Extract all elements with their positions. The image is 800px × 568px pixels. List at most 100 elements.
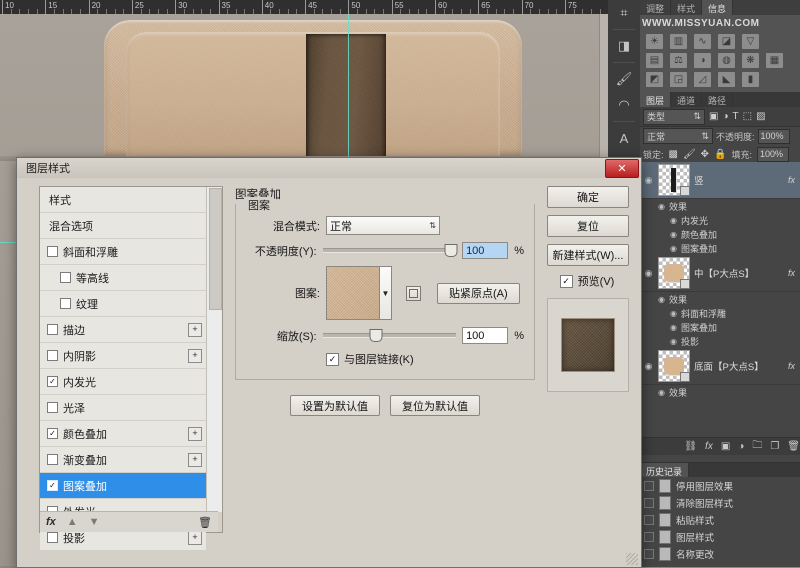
list-item[interactable]: 名称更改: [640, 545, 800, 562]
layer-filter-row[interactable]: 类型 ⇅ ▣ ◑ T ⬚ ▨: [640, 107, 800, 127]
smart-filter-icon[interactable]: ▨: [756, 111, 765, 122]
style-item-stroke[interactable]: 描边 +: [40, 317, 206, 343]
photofilter-icon[interactable]: ◍: [718, 53, 735, 68]
new-layer-icon[interactable]: ❐: [770, 441, 779, 452]
slider-handle[interactable]: [369, 329, 382, 342]
list-item[interactable]: ◉ 颜色叠加: [640, 227, 800, 241]
opacity-input[interactable]: 100: [462, 242, 508, 259]
history-snapshot-toggle[interactable]: [644, 549, 654, 559]
lock-position-icon[interactable]: ✥: [701, 149, 709, 160]
layer-blend-row[interactable]: 正常 ⇅ 不透明度: 100%: [640, 127, 800, 145]
vibrance-icon[interactable]: ▽: [742, 34, 759, 49]
layer-effects-group[interactable]: ◉ 效果: [640, 385, 800, 399]
selectivecolor-icon[interactable]: ◣: [718, 72, 735, 87]
add-effect-icon[interactable]: +: [188, 531, 202, 545]
history-panel[interactable]: 历史记录 停用图层效果 清除图层样式 粘贴样式 图层样式 名称更改: [640, 462, 800, 567]
tab-layers[interactable]: 图层: [640, 92, 671, 107]
layer-opacity-value[interactable]: 100%: [758, 129, 790, 144]
chevron-down-icon[interactable]: ▼: [380, 266, 392, 320]
layer-thumbnail[interactable]: [658, 164, 690, 196]
table-row[interactable]: ◉ 中【P大点S】 fx: [640, 255, 800, 292]
move-down-icon[interactable]: ▼: [89, 516, 100, 528]
style-item-inner-glow[interactable]: ✓ 内发光: [40, 369, 206, 395]
list-item[interactable]: 清除图层样式: [640, 494, 800, 511]
dialog-title-bar[interactable]: 图层样式 ✕: [17, 158, 641, 179]
channelmixer-icon[interactable]: ❋: [742, 53, 759, 68]
colorbalance-icon[interactable]: ⚖: [670, 53, 687, 68]
adjustment-icon[interactable]: ◑: [738, 441, 744, 452]
checkbox[interactable]: [60, 298, 71, 309]
style-item-blending-options[interactable]: 混合选项: [40, 213, 206, 239]
list-item[interactable]: ◉ 图案叠加: [640, 320, 800, 334]
ok-button[interactable]: 确定: [547, 186, 629, 208]
layers-panel-footer[interactable]: ⛓ fx ▣ ◑ 🗀 ❐ 🗑: [640, 437, 800, 455]
checkbox[interactable]: [60, 272, 71, 283]
layer-blend-mode-select[interactable]: 正常 ⇅: [643, 128, 713, 144]
lock-transparency-icon[interactable]: ▩: [669, 149, 678, 160]
history-snapshot-toggle[interactable]: [644, 498, 654, 508]
scale-slider[interactable]: [323, 329, 457, 342]
eye-icon[interactable]: ◉: [670, 309, 677, 318]
gradientmap-icon[interactable]: ▮: [742, 72, 759, 87]
set-default-button[interactable]: 设置为默认值: [290, 395, 380, 416]
add-effect-icon[interactable]: +: [188, 427, 202, 441]
layers-panel-tabs[interactable]: 图层 通道 路径: [640, 92, 800, 107]
pattern-swatch[interactable]: [326, 266, 380, 320]
adjustments-panel[interactable]: 调整 样式 信息 WWW.MISSYUAN.COM ☀ ▥ ∿ ◪ ▽ ▤ ⚖ …: [640, 0, 800, 93]
history-snapshot-toggle[interactable]: [644, 481, 654, 491]
checkbox[interactable]: ✓: [326, 353, 339, 366]
levels-icon[interactable]: ▥: [670, 34, 687, 49]
link-with-layer-row[interactable]: ✓ 与图层链接(K): [326, 351, 524, 367]
checkbox[interactable]: ✓: [560, 275, 573, 288]
crop-icon[interactable]: ⌗: [608, 0, 640, 26]
eye-icon[interactable]: ◉: [658, 202, 665, 211]
style-item-color-overlay[interactable]: ✓ 颜色叠加 +: [40, 421, 206, 447]
fx-icon[interactable]: fx: [788, 175, 797, 185]
lock-image-icon[interactable]: 🖌: [683, 149, 696, 160]
history-snapshot-toggle[interactable]: [644, 515, 654, 525]
type-icon[interactable]: A: [608, 125, 640, 151]
reset-default-button[interactable]: 复位为默认值: [390, 395, 480, 416]
preview-checkbox-row[interactable]: ✓ 预览(V): [547, 273, 627, 289]
eye-icon[interactable]: ◉: [670, 230, 677, 239]
scale-input[interactable]: 100: [462, 327, 508, 344]
style-item-pattern-overlay[interactable]: ✓ 图案叠加: [40, 473, 206, 499]
eye-icon[interactable]: ◉: [670, 244, 677, 253]
mask-icon[interactable]: ▣: [721, 441, 730, 452]
checkbox[interactable]: ✓: [47, 480, 58, 491]
posterize-icon[interactable]: ◲: [670, 72, 687, 87]
opacity-slider[interactable]: [323, 244, 457, 257]
layer-thumbnail[interactable]: [658, 350, 690, 382]
list-item[interactable]: 停用图层效果: [640, 477, 800, 494]
style-list-panel[interactable]: 样式 混合选项 斜面和浮雕 等高线 纹理: [39, 186, 223, 533]
tab-paths[interactable]: 路径: [702, 92, 733, 107]
style-item-styles[interactable]: 样式: [40, 187, 206, 213]
checkbox[interactable]: [47, 350, 58, 361]
layer-effects-group[interactable]: ◉ 效果: [640, 292, 800, 306]
table-row[interactable]: ◉ 竖 fx: [640, 162, 800, 199]
style-item-inner-shadow[interactable]: 内阴影 +: [40, 343, 206, 369]
style-item-texture[interactable]: 纹理: [40, 291, 206, 317]
eye-icon[interactable]: ◉: [643, 361, 654, 372]
checkbox[interactable]: [47, 324, 58, 335]
list-item[interactable]: ◉ 斜面和浮雕: [640, 306, 800, 320]
eye-icon[interactable]: ◉: [670, 323, 677, 332]
style-item-gradient-overlay[interactable]: 渐变叠加 +: [40, 447, 206, 473]
adjustments-tabs[interactable]: 调整 样式 信息: [640, 0, 800, 15]
eye-icon[interactable]: ◉: [643, 268, 654, 279]
shape-filter-icon[interactable]: ⬚: [743, 111, 752, 122]
curves-icon[interactable]: ∿: [694, 34, 711, 49]
new-style-button[interactable]: 新建样式(W)...: [547, 244, 629, 266]
tab-styles[interactable]: 样式: [671, 0, 702, 15]
style-list-footer[interactable]: fx ▲ ▼ 🗑: [40, 511, 218, 532]
huesat-icon[interactable]: ▤: [646, 53, 663, 68]
close-icon[interactable]: ✕: [605, 159, 639, 178]
eye-icon[interactable]: ◉: [658, 295, 665, 304]
layer-style-dialog[interactable]: 图层样式 ✕ 样式 混合选项 斜面和浮雕 等高线: [16, 157, 642, 568]
tab-history[interactable]: 历史记录: [640, 463, 689, 477]
tab-channels[interactable]: 通道: [671, 92, 702, 107]
checkbox[interactable]: ✓: [47, 376, 58, 387]
table-row[interactable]: ◉ 底面【P大点S】 fx: [640, 348, 800, 385]
scrollbar-thumb[interactable]: [209, 188, 222, 310]
eye-icon[interactable]: ◉: [670, 216, 677, 225]
